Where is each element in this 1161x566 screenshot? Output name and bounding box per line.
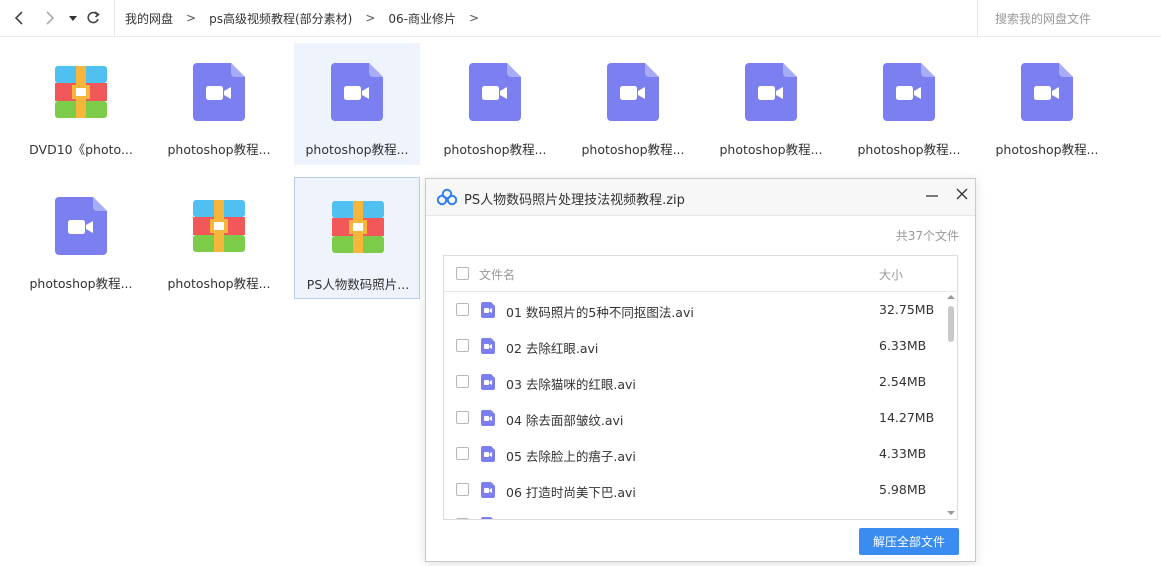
file-tile[interactable]: photoshop教程... <box>432 43 558 165</box>
breadcrumb-separator: > <box>186 11 197 25</box>
file-tile[interactable]: photoshop教程... <box>156 43 282 165</box>
close-icon[interactable] <box>951 183 973 205</box>
file-checkbox[interactable] <box>456 303 469 316</box>
file-name: photoshop教程... <box>167 142 271 157</box>
archive-file-name: 04 除去面部皱纹.avi <box>506 413 624 428</box>
file-name: photoshop教程... <box>581 142 685 157</box>
file-name: photoshop教程... <box>995 142 1099 157</box>
archive-file-size: 32.75MB <box>879 302 935 317</box>
history-dropdown-icon[interactable] <box>62 7 84 29</box>
list-scrollbar[interactable] <box>945 292 957 520</box>
video-file-icon <box>481 410 495 426</box>
file-checkbox[interactable] <box>456 339 469 352</box>
archive-file-size: 2.54MB <box>879 374 927 389</box>
file-name: photoshop教程... <box>305 142 409 157</box>
video-file-icon <box>607 63 659 121</box>
file-name: photoshop教程... <box>857 142 961 157</box>
archive-file-name: 01 数码照片的5种不同抠图法.avi <box>506 305 694 320</box>
list-item[interactable]: 02 去除红眼.avi 6.33MB <box>444 328 944 364</box>
archive-file-size: 6.33MB <box>879 338 927 353</box>
back-icon[interactable] <box>9 7 31 29</box>
list-item[interactable]: 05 去除脸上的痦子.avi 4.33MB <box>444 436 944 472</box>
column-header-size[interactable]: 大小 <box>879 266 903 283</box>
file-name: photoshop教程... <box>719 142 823 157</box>
column-header-name[interactable]: 文件名 <box>479 266 515 283</box>
list-item-partial <box>444 507 944 519</box>
video-file-icon <box>481 374 495 390</box>
archive-file-size: 14.27MB <box>879 410 935 425</box>
archive-file-size: 4.33MB <box>879 446 927 461</box>
file-checkbox[interactable] <box>456 483 469 496</box>
breadcrumb-separator: > <box>468 11 480 25</box>
archive-preview-dialog: PS人物数码照片处理技法视频教程.zip 共37个文件 文件名 大小 01 数码… <box>425 178 976 562</box>
file-checkbox[interactable] <box>456 375 469 388</box>
video-file-icon <box>481 446 495 462</box>
breadcrumb: 我的网盘 > ps高级视频教程(部分素材) > 06-商业修片 > <box>114 0 492 36</box>
video-file-icon <box>481 517 493 519</box>
video-file-icon <box>745 63 797 121</box>
archive-file-icon <box>332 198 384 256</box>
list-header: 文件名 大小 <box>444 256 957 292</box>
forward-icon[interactable] <box>38 7 60 29</box>
file-tile[interactable]: PS人物数码照片... <box>294 177 420 299</box>
select-all-checkbox[interactable] <box>456 267 469 280</box>
cloud-logo-icon <box>437 188 457 206</box>
file-checkbox[interactable] <box>456 447 469 460</box>
dialog-header: PS人物数码照片处理技法视频教程.zip <box>426 179 975 216</box>
video-file-icon <box>481 302 495 318</box>
extract-all-button[interactable]: 解压全部文件 <box>859 528 959 555</box>
video-file-icon <box>193 63 245 121</box>
file-tile[interactable]: photoshop教程... <box>846 43 972 165</box>
search-input[interactable]: 搜索我的网盘文件 <box>977 0 1161 36</box>
file-checkbox[interactable] <box>456 518 469 519</box>
archive-file-icon <box>55 63 107 121</box>
minimize-icon[interactable] <box>921 185 943 207</box>
list-item[interactable]: 06 打造时尚美下巴.avi 5.98MB <box>444 472 944 508</box>
archive-file-list: 文件名 大小 01 数码照片的5种不同抠图法.avi 32.75MB 02 去除红眼… <box>443 255 958 520</box>
list-item[interactable]: 03 去除猫咪的红眼.avi 2.54MB <box>444 364 944 400</box>
file-name: photoshop教程... <box>29 276 133 291</box>
archive-file-name: 06 打造时尚美下巴.avi <box>506 485 636 500</box>
file-name: photoshop教程... <box>167 276 271 291</box>
file-name: photoshop教程... <box>443 142 547 157</box>
video-file-icon <box>883 63 935 121</box>
file-tile[interactable]: photoshop教程... <box>984 43 1110 165</box>
file-tile[interactable]: photoshop教程... <box>708 43 834 165</box>
toolbar: 我的网盘 > ps高级视频教程(部分素材) > 06-商业修片 > 搜索我的网盘… <box>0 0 1161 37</box>
file-count: 共37个文件 <box>895 229 959 243</box>
video-file-icon <box>55 197 107 255</box>
video-file-icon <box>331 63 383 121</box>
file-checkbox[interactable] <box>456 411 469 424</box>
archive-file-name: 03 去除猫咪的红眼.avi <box>506 377 636 392</box>
file-tile[interactable]: photoshop教程... <box>570 43 696 165</box>
list-item[interactable]: 01 数码照片的5种不同抠图法.avi 32.75MB <box>444 292 944 328</box>
video-file-icon <box>1021 63 1073 121</box>
video-file-icon <box>481 482 495 498</box>
archive-file-icon <box>193 197 245 255</box>
breadcrumb-separator: > <box>365 11 376 25</box>
list-item[interactable]: 04 除去面部皱纹.avi 14.27MB <box>444 400 944 436</box>
breadcrumb-item[interactable]: ps高级视频教程(部分素材) <box>209 10 352 27</box>
file-name: PS人物数码照片... <box>306 277 410 292</box>
archive-file-name: 05 去除脸上的痦子.avi <box>506 449 636 464</box>
file-tile[interactable]: DVD10《photo... <box>18 43 144 165</box>
file-tile[interactable]: photoshop教程... <box>18 177 144 299</box>
breadcrumb-item[interactable]: 我的网盘 <box>125 10 173 27</box>
video-file-icon <box>469 63 521 121</box>
file-name: DVD10《photo... <box>29 142 133 157</box>
breadcrumb-item[interactable]: 06-商业修片 <box>388 10 456 27</box>
archive-file-size: 5.98MB <box>879 482 927 497</box>
file-tile[interactable]: photoshop教程... <box>294 43 420 165</box>
file-tile[interactable]: photoshop教程... <box>156 177 282 299</box>
dialog-title: PS人物数码照片处理技法视频教程.zip <box>464 193 685 208</box>
refresh-icon[interactable] <box>82 7 104 29</box>
video-file-icon <box>481 338 495 354</box>
archive-file-name: 02 去除红眼.avi <box>506 341 599 356</box>
